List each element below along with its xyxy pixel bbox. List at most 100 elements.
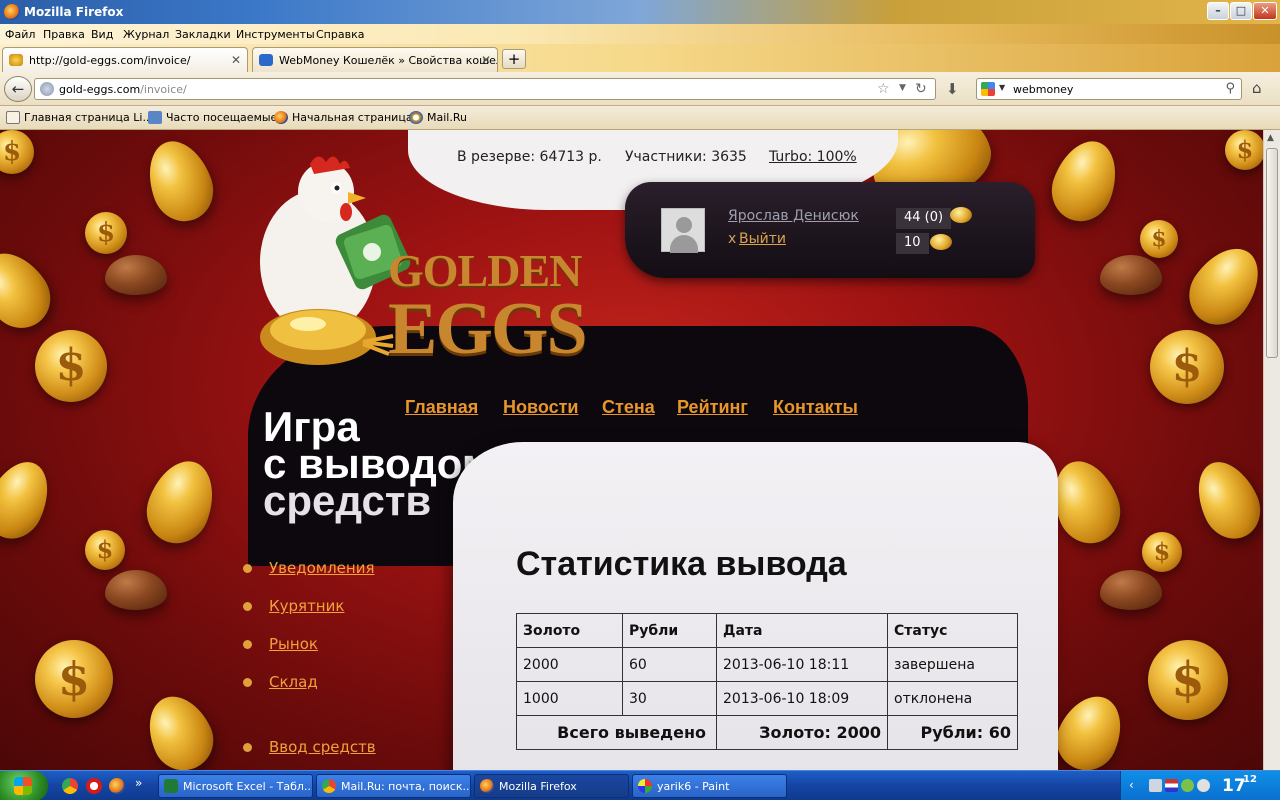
start-button[interactable] xyxy=(0,771,48,800)
tab-label: http://gold-eggs.com/invoice/ xyxy=(29,54,191,67)
tab-webmoney[interactable]: WebMoney Кошелёк » Свойства кошел... ✕ xyxy=(252,47,498,72)
network-icon[interactable] xyxy=(1181,779,1194,792)
page-title: Статистика вывода xyxy=(516,545,847,583)
page-icon xyxy=(6,111,20,124)
bookmark-liveinternet[interactable]: Главная страница Li... xyxy=(6,111,153,124)
menu-history[interactable]: Журнал xyxy=(123,28,169,41)
cell-rub: 60 xyxy=(622,647,717,682)
egg-decoration xyxy=(1042,132,1128,230)
task-firefox[interactable]: Mozilla Firefox xyxy=(474,774,629,798)
excel-icon xyxy=(164,779,178,793)
opera-icon[interactable] xyxy=(86,778,102,794)
firefox-icon[interactable] xyxy=(109,778,125,794)
total-gold: Золото: 2000 xyxy=(716,715,888,750)
gold-coins-icon xyxy=(950,207,972,223)
sidebar-link[interactable]: Ввод средств xyxy=(269,738,376,756)
egg-counter: 10 xyxy=(896,233,929,254)
nav-wall[interactable]: Стена xyxy=(602,397,655,418)
menu-view[interactable]: Вид xyxy=(91,28,113,41)
navigation-bar: ← gold-eggs.com/invoice/ ☆ ▼ ↻ ⬇ ▼ ⚲ ⌂ xyxy=(0,72,1280,106)
column-header: Рубли xyxy=(622,613,717,648)
engine-dropdown-icon[interactable]: ▼ xyxy=(999,83,1005,92)
menu-tools[interactable]: Инструменты xyxy=(236,28,315,41)
sidebar-link[interactable]: Уведомления xyxy=(269,559,374,577)
avatar[interactable] xyxy=(661,208,705,253)
globe-icon xyxy=(40,82,54,96)
search-input[interactable] xyxy=(1013,81,1213,97)
bookmark-mailru[interactable]: Mail.Ru xyxy=(409,111,467,124)
search-icon[interactable]: ⚲ xyxy=(1225,81,1235,96)
egg-favicon-icon xyxy=(9,54,23,66)
reload-icon[interactable]: ↻ xyxy=(915,81,927,97)
menu-help[interactable]: Справка xyxy=(316,28,364,41)
turbo-link[interactable]: Turbo: 100% xyxy=(769,149,857,165)
coin-decoration xyxy=(1142,532,1182,572)
task-paint[interactable]: yarik6 - Paint xyxy=(632,774,787,798)
logout-prefix: х xyxy=(728,231,737,247)
tab-close-icon[interactable]: ✕ xyxy=(481,53,491,67)
coin-decoration xyxy=(0,130,34,174)
menu-bookmarks[interactable]: Закладки xyxy=(175,28,231,41)
battery-icon[interactable] xyxy=(1149,779,1162,792)
egg-decoration xyxy=(137,132,223,230)
sidebar-link[interactable]: Курятник xyxy=(269,597,344,615)
webmoney-favicon-icon xyxy=(259,54,273,66)
language-flag-icon[interactable] xyxy=(1165,779,1178,792)
column-header: Дата xyxy=(716,613,888,648)
coin-decoration xyxy=(35,330,107,402)
volume-icon[interactable] xyxy=(1197,779,1210,792)
clock-minute[interactable]: 12 xyxy=(1243,774,1257,785)
quicklaunch-more-icon[interactable]: » xyxy=(135,776,142,790)
tab-gold-eggs[interactable]: http://gold-eggs.com/invoice/ ✕ xyxy=(2,47,248,72)
maximize-button[interactable]: □ xyxy=(1230,2,1252,20)
menu-edit[interactable]: Правка xyxy=(43,28,85,41)
bookmark-most-visited[interactable]: Часто посещаемые xyxy=(148,111,277,124)
home-icon[interactable]: ⌂ xyxy=(1252,79,1262,97)
withdrawal-table: Золото Рубли Дата Статус 2000 60 2013-06… xyxy=(516,613,1018,750)
address-text[interactable]: gold-eggs.com/invoice/ xyxy=(59,83,187,96)
cell-gold: 2000 xyxy=(516,647,623,682)
nav-contacts[interactable]: Контакты xyxy=(773,397,858,418)
download-icon[interactable]: ⬇ xyxy=(946,80,959,98)
scroll-thumb[interactable] xyxy=(1266,148,1278,358)
chrome-icon[interactable] xyxy=(62,778,78,794)
scroll-up-icon[interactable]: ▲ xyxy=(1267,133,1274,143)
task-excel[interactable]: Microsoft Excel - Табл... xyxy=(158,774,313,798)
history-dropdown-icon[interactable]: ▼ xyxy=(899,83,906,93)
table-total-row: Всего выведено Золото: 2000 Рубли: 60 xyxy=(516,715,1018,750)
bookmark-star-icon[interactable]: ☆ xyxy=(877,81,890,97)
window-titlebar: Mozilla Firefox – □ ✕ xyxy=(0,0,1280,24)
table-row: 1000 30 2013-06-10 18:09 отклонена xyxy=(516,681,1018,716)
coin-decoration xyxy=(85,530,125,570)
google-icon[interactable] xyxy=(981,82,995,96)
task-mailru[interactable]: Mail.Ru: почта, поиск... xyxy=(316,774,471,798)
bullet-icon xyxy=(243,602,252,611)
bookmark-start-page[interactable]: Начальная страница xyxy=(274,111,413,124)
minimize-button[interactable]: – xyxy=(1207,2,1229,20)
new-tab-button[interactable]: + xyxy=(502,49,526,69)
page-scrollbar[interactable]: ▲ xyxy=(1263,130,1280,770)
menu-file[interactable]: Файл xyxy=(5,28,35,41)
user-name-link[interactable]: Ярослав Денисюк xyxy=(728,208,859,224)
sidebar-link[interactable]: Склад xyxy=(269,673,318,691)
tab-close-icon[interactable]: ✕ xyxy=(231,53,241,67)
tray-expand-icon[interactable]: ‹ xyxy=(1129,778,1134,792)
nav-news[interactable]: Новости xyxy=(503,397,578,418)
back-button[interactable]: ← xyxy=(4,76,32,102)
logo-eggs[interactable]: EGGS xyxy=(388,287,588,372)
firefox-icon xyxy=(4,4,20,20)
folder-icon xyxy=(148,111,162,124)
firefox-icon xyxy=(480,779,494,793)
egg-decoration xyxy=(137,451,225,553)
gold-counter: 44 (0) xyxy=(896,208,952,229)
close-button[interactable]: ✕ xyxy=(1253,2,1277,20)
logout-link[interactable]: Выйти xyxy=(739,231,786,247)
tab-label: WebMoney Кошелёк » Свойства кошел... xyxy=(279,54,498,67)
nav-rating[interactable]: Рейтинг xyxy=(677,397,748,418)
total-label: Всего выведено xyxy=(516,715,717,750)
search-box[interactable]: ▼ ⚲ xyxy=(976,78,1242,100)
cell-status: завершена xyxy=(887,647,1018,682)
sidebar-link[interactable]: Рынок xyxy=(269,635,318,653)
address-bar[interactable]: gold-eggs.com/invoice/ ☆ ▼ ↻ xyxy=(34,78,936,100)
bullet-icon xyxy=(243,678,252,687)
